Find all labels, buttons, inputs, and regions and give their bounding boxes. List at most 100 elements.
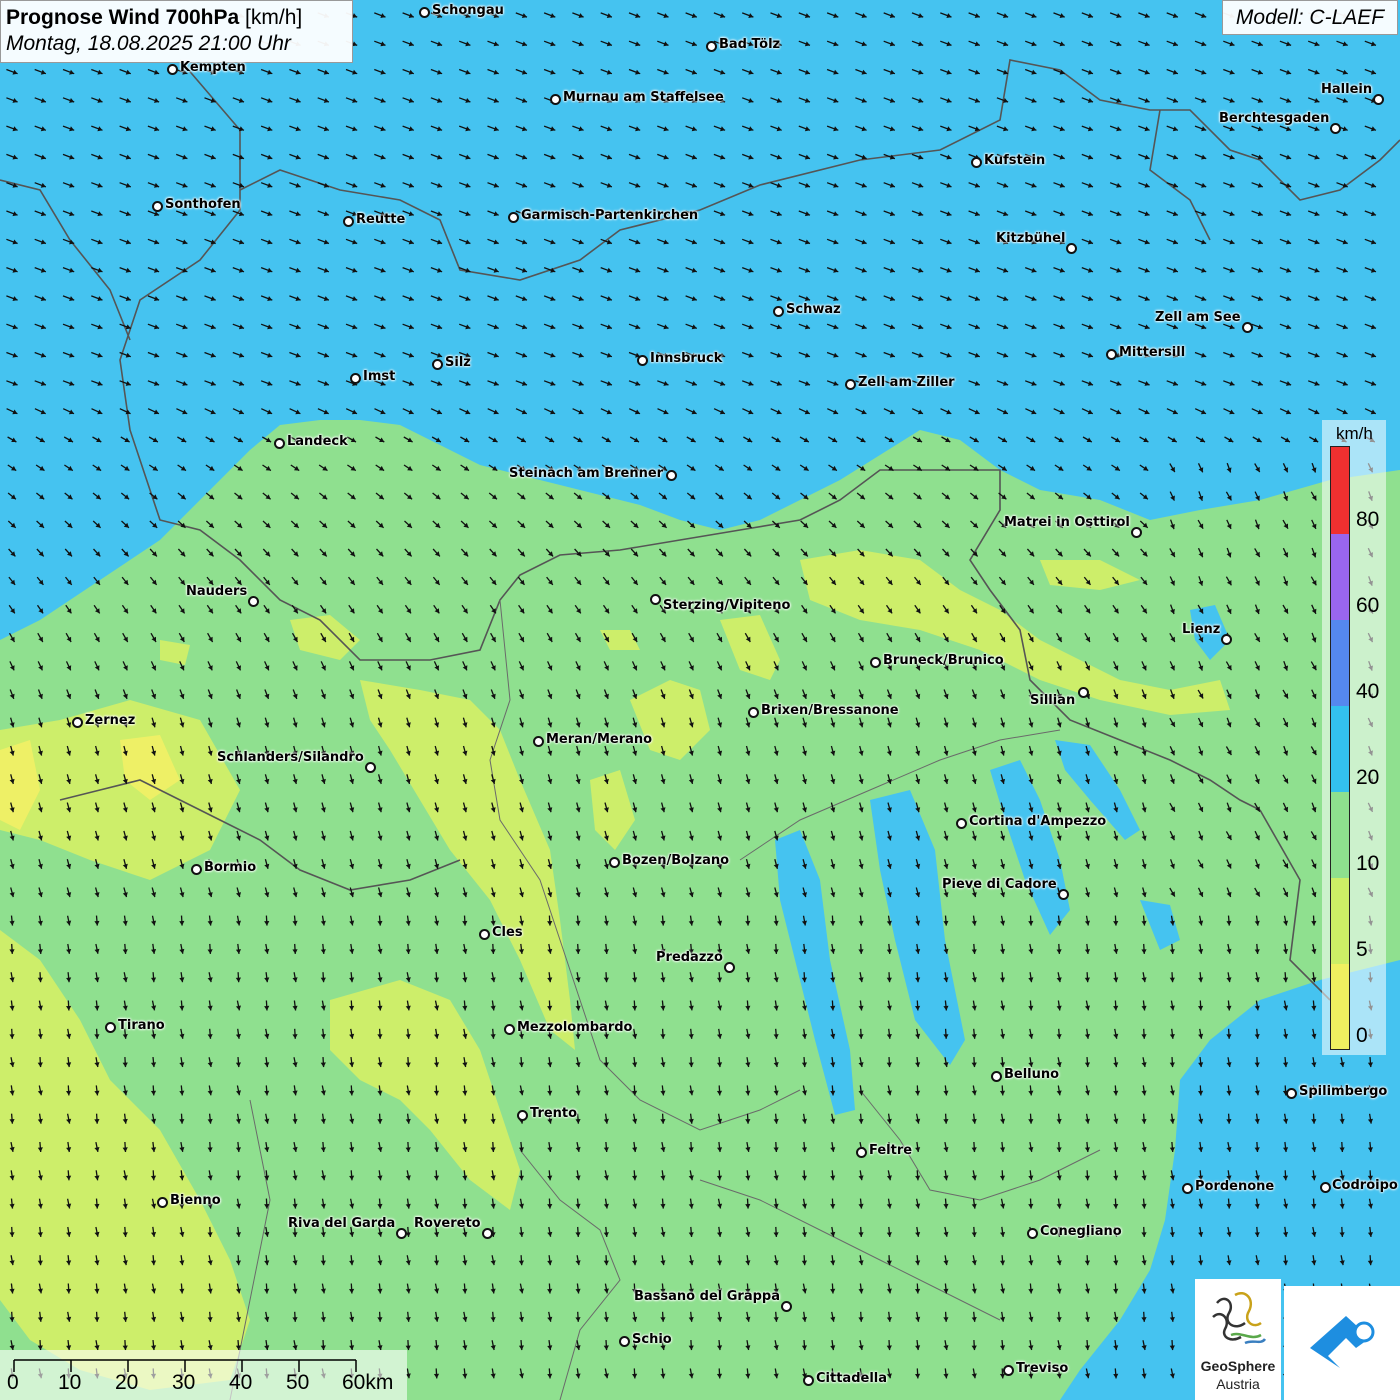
city-label: Lienz bbox=[1182, 622, 1221, 637]
city-marker[interactable] bbox=[971, 157, 982, 168]
city-marker[interactable] bbox=[432, 359, 443, 370]
city-label: Kempten bbox=[180, 60, 246, 75]
city-label: Garmisch-Partenkirchen bbox=[521, 208, 699, 223]
city-label: Cles bbox=[492, 925, 523, 940]
title-main: Prognose Wind 700hPa bbox=[6, 6, 240, 29]
city-marker[interactable] bbox=[706, 41, 717, 52]
city-marker[interactable] bbox=[781, 1301, 792, 1312]
city-label: Trento bbox=[530, 1106, 578, 1121]
legend-segment-5-10 bbox=[1331, 878, 1349, 964]
geosphere-logo[interactable]: GeoSphere Austria bbox=[1195, 1279, 1281, 1400]
city-marker[interactable] bbox=[1286, 1088, 1297, 1099]
city-marker[interactable] bbox=[508, 212, 519, 223]
city-marker[interactable] bbox=[191, 864, 202, 875]
city-marker[interactable] bbox=[482, 1228, 493, 1239]
city-marker[interactable] bbox=[748, 707, 759, 718]
city-marker[interactable] bbox=[1320, 1182, 1331, 1193]
legend-segment-above-80 bbox=[1331, 447, 1349, 534]
city-marker[interactable] bbox=[666, 470, 677, 481]
city-label: Landeck bbox=[287, 434, 348, 449]
scale-label: 0 bbox=[7, 1371, 19, 1394]
scale-label: 20 bbox=[115, 1371, 139, 1394]
city-marker[interactable] bbox=[105, 1022, 116, 1033]
city-marker[interactable] bbox=[1221, 634, 1232, 645]
city-label: Bad Tölz bbox=[719, 37, 781, 52]
city-label: Brixen/Bressanone bbox=[761, 703, 899, 718]
city-label: Predazzo bbox=[656, 950, 723, 965]
city-marker[interactable] bbox=[1027, 1228, 1038, 1239]
app-logo[interactable] bbox=[1284, 1286, 1400, 1400]
legend-segment-40-60 bbox=[1331, 620, 1349, 706]
city-marker[interactable] bbox=[856, 1147, 867, 1158]
city-label: Cortina d'Ampezzo bbox=[969, 814, 1107, 829]
legend-label-60: 60 bbox=[1356, 594, 1380, 617]
city-label: Conegliano bbox=[1040, 1224, 1122, 1239]
city-marker[interactable] bbox=[650, 594, 661, 605]
city-marker[interactable] bbox=[773, 306, 784, 317]
city-marker[interactable] bbox=[1373, 94, 1384, 105]
city-marker[interactable] bbox=[1058, 889, 1069, 900]
city-marker[interactable] bbox=[637, 355, 648, 366]
city-marker[interactable] bbox=[167, 64, 178, 75]
city-label: Reutte bbox=[356, 212, 406, 227]
city-marker[interactable] bbox=[517, 1110, 528, 1121]
city-marker[interactable] bbox=[350, 373, 361, 384]
legend-unit: km/h bbox=[1336, 424, 1373, 443]
city-marker[interactable] bbox=[72, 717, 83, 728]
city-marker[interactable] bbox=[504, 1024, 515, 1035]
city-label: Mittersill bbox=[1119, 345, 1186, 360]
city-marker[interactable] bbox=[550, 94, 561, 105]
city-label: Schio bbox=[632, 1332, 672, 1347]
city-marker[interactable] bbox=[274, 438, 285, 449]
city-marker[interactable] bbox=[396, 1228, 407, 1239]
city-label: Schongau bbox=[432, 3, 504, 18]
city-marker[interactable] bbox=[991, 1071, 1002, 1082]
city-marker[interactable] bbox=[619, 1336, 630, 1347]
city-label: Bruneck/Brunico bbox=[883, 653, 1004, 668]
city-marker[interactable] bbox=[343, 216, 354, 227]
city-label: Bassano del Grappa bbox=[634, 1289, 780, 1304]
city-label: Bormio bbox=[204, 860, 257, 875]
city-marker[interactable] bbox=[803, 1375, 814, 1386]
city-marker[interactable] bbox=[248, 596, 259, 607]
city-marker[interactable] bbox=[1330, 123, 1341, 134]
city-marker[interactable] bbox=[870, 657, 881, 668]
city-marker[interactable] bbox=[365, 762, 376, 773]
city-marker[interactable] bbox=[1242, 322, 1253, 333]
city-label: Rovereto bbox=[414, 1216, 481, 1231]
city-marker[interactable] bbox=[1078, 687, 1089, 698]
city-marker[interactable] bbox=[1066, 243, 1077, 254]
city-label: Zell am See bbox=[1155, 310, 1241, 325]
city-marker[interactable] bbox=[1182, 1183, 1193, 1194]
city-label: Murnau am Staffelsee bbox=[563, 90, 724, 105]
legend-label-80: 80 bbox=[1356, 508, 1380, 531]
legend-label-0: 0 bbox=[1356, 1024, 1368, 1047]
map-title: Prognose Wind 700hPa [km/h] bbox=[6, 5, 347, 31]
city-label: Tirano bbox=[118, 1018, 165, 1033]
city-marker[interactable] bbox=[1106, 349, 1117, 360]
city-marker[interactable] bbox=[533, 736, 544, 747]
city-marker[interactable] bbox=[845, 379, 856, 390]
city-label: Hallein bbox=[1321, 82, 1373, 97]
legend-label-40: 40 bbox=[1356, 680, 1380, 703]
city-marker[interactable] bbox=[1003, 1365, 1014, 1376]
city-marker[interactable] bbox=[956, 818, 967, 829]
legend-label-20: 20 bbox=[1356, 766, 1380, 789]
city-label: Feltre bbox=[869, 1143, 913, 1158]
city-marker[interactable] bbox=[419, 7, 430, 18]
city-marker[interactable] bbox=[1131, 527, 1142, 538]
title-box: Prognose Wind 700hPa [km/h] Montag, 18.0… bbox=[0, 0, 353, 63]
city-label: Zernez bbox=[85, 713, 136, 728]
scale-label: 50 bbox=[286, 1371, 310, 1394]
city-label: Kitzbühel bbox=[996, 231, 1066, 246]
city-label: Bozen/Bolzano bbox=[622, 853, 730, 868]
city-marker[interactable] bbox=[152, 201, 163, 212]
city-marker[interactable] bbox=[724, 962, 735, 973]
scale-label: 30 bbox=[172, 1371, 196, 1394]
city-marker[interactable] bbox=[479, 929, 490, 940]
legend-label-5: 5 bbox=[1356, 938, 1368, 961]
city-marker[interactable] bbox=[609, 857, 620, 868]
scale-bar: 0 10 20 30 40 50 60km bbox=[0, 1350, 407, 1400]
city-marker[interactable] bbox=[157, 1197, 168, 1208]
city-label: Belluno bbox=[1004, 1067, 1060, 1082]
